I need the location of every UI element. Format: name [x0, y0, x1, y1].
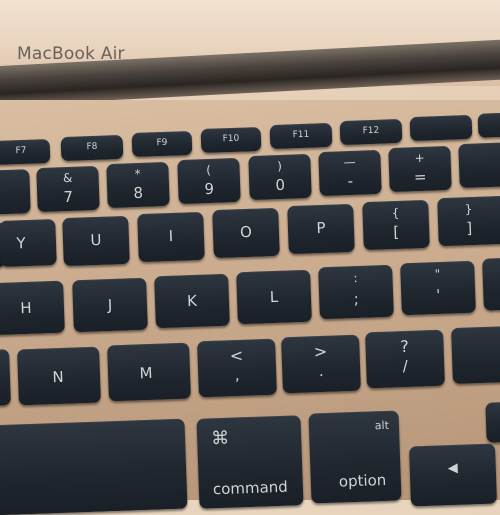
key-slash-top: ?	[399, 336, 410, 357]
key-y-label: Y	[16, 234, 26, 253]
key-9-bottom: 9	[204, 179, 215, 199]
key-quote-bottom: '	[435, 285, 441, 305]
key-equal-top: +	[414, 150, 425, 166]
key-period[interactable]: > .	[281, 334, 361, 394]
left-arrow-icon: ◀	[447, 460, 459, 477]
command-icon: ⌘	[210, 427, 230, 450]
key-command-label: command	[212, 477, 289, 499]
key-left-brace-top: {	[391, 205, 400, 221]
key-quote-top: "	[434, 266, 441, 282]
key-j[interactable]: J	[72, 277, 148, 333]
key-f7[interactable]: F7	[0, 138, 51, 166]
key-o-label: O	[239, 222, 253, 242]
key-f11-label: F11	[292, 129, 310, 141]
key-right-shift[interactable]	[451, 325, 500, 385]
key-left-brace[interactable]: { [	[362, 199, 430, 251]
key-minus-top: —	[343, 154, 356, 170]
key-f9[interactable]: F9	[131, 130, 193, 158]
key-6[interactable]	[0, 169, 31, 215]
key-f8-label: F8	[86, 141, 98, 153]
key-period-bottom: .	[318, 361, 324, 381]
key-delete[interactable]	[458, 141, 500, 189]
key-7-bottom: 7	[63, 187, 74, 207]
key-option[interactable]: alt option	[308, 410, 402, 504]
key-minus[interactable]: — -	[318, 149, 382, 197]
key-f8[interactable]: F8	[60, 134, 124, 162]
key-k-label: K	[186, 291, 198, 311]
key-u-label: U	[90, 230, 102, 250]
key-slash-bottom: /	[402, 356, 409, 376]
key-comma-top: <	[229, 345, 244, 366]
key-right-brace-top: }	[464, 202, 473, 217]
key-right-brace-bottom: ]	[465, 219, 473, 238]
key-h[interactable]: H	[0, 280, 65, 336]
key-i-label: I	[168, 226, 174, 246]
key-8-bottom: 8	[133, 183, 144, 203]
key-option-alt: alt	[374, 418, 390, 433]
key-m[interactable]: M	[107, 342, 191, 402]
key-f12[interactable]: F12	[339, 118, 403, 146]
key-0-bottom: 0	[275, 175, 286, 195]
key-power[interactable]	[477, 112, 500, 138]
key-p-label: P	[316, 218, 326, 238]
key-l[interactable]: L	[236, 269, 312, 325]
key-h-label: H	[20, 298, 32, 318]
key-p[interactable]: P	[287, 203, 355, 255]
key-semicolon-bottom: ;	[353, 289, 360, 309]
key-f7-label: F7	[15, 145, 27, 157]
key-f10[interactable]: F10	[200, 126, 262, 154]
key-y[interactable]: Y	[0, 219, 57, 267]
key-8-top: *	[134, 166, 141, 182]
key-f9-label: F9	[156, 137, 168, 149]
key-l-label: L	[269, 287, 279, 307]
key-7[interactable]: & 7	[36, 165, 100, 213]
key-minus-bottom: -	[347, 171, 354, 191]
key-9[interactable]: ( 9	[177, 157, 241, 205]
key-f10-label: F10	[222, 133, 240, 145]
key-7-top: &	[62, 170, 73, 186]
eject-icon	[410, 121, 472, 123]
key-u[interactable]: U	[62, 215, 130, 267]
key-comma[interactable]: < ,	[197, 338, 277, 398]
key-arrow-up[interactable]	[485, 401, 500, 443]
key-arrow-left[interactable]: ◀	[408, 443, 498, 507]
key-b[interactable]	[0, 349, 11, 407]
key-i[interactable]: I	[137, 211, 205, 263]
key-space[interactable]	[0, 418, 188, 515]
key-slash[interactable]: ? /	[365, 329, 445, 389]
key-command[interactable]: ⌘ command	[196, 415, 304, 509]
key-f12-label: F12	[362, 125, 380, 137]
key-n-label: N	[52, 367, 64, 387]
key-0-top: )	[277, 158, 283, 174]
key-left-brace-bottom: [	[392, 222, 400, 242]
key-return[interactable]	[482, 257, 500, 311]
key-comma-bottom: ,	[234, 365, 240, 385]
key-8[interactable]: * 8	[106, 161, 170, 209]
key-right-brace[interactable]: } ]	[437, 195, 500, 247]
key-semicolon-top: :	[353, 270, 358, 286]
key-9-top: (	[206, 162, 212, 178]
key-0[interactable]: ) 0	[248, 153, 312, 201]
key-n[interactable]: N	[17, 346, 101, 406]
key-m-label: M	[139, 363, 153, 383]
key-k[interactable]: K	[154, 273, 230, 329]
key-equal[interactable]: + =	[388, 145, 452, 193]
key-period-top: >	[313, 341, 328, 362]
key-o[interactable]: O	[212, 207, 280, 259]
key-quote[interactable]: " '	[400, 260, 476, 316]
key-option-label: option	[338, 470, 387, 491]
key-equal-bottom: =	[413, 167, 427, 187]
key-eject[interactable]	[409, 114, 473, 142]
key-semicolon[interactable]: : ;	[318, 264, 394, 320]
key-f11[interactable]: F11	[269, 122, 333, 150]
key-j-label: J	[107, 295, 113, 315]
